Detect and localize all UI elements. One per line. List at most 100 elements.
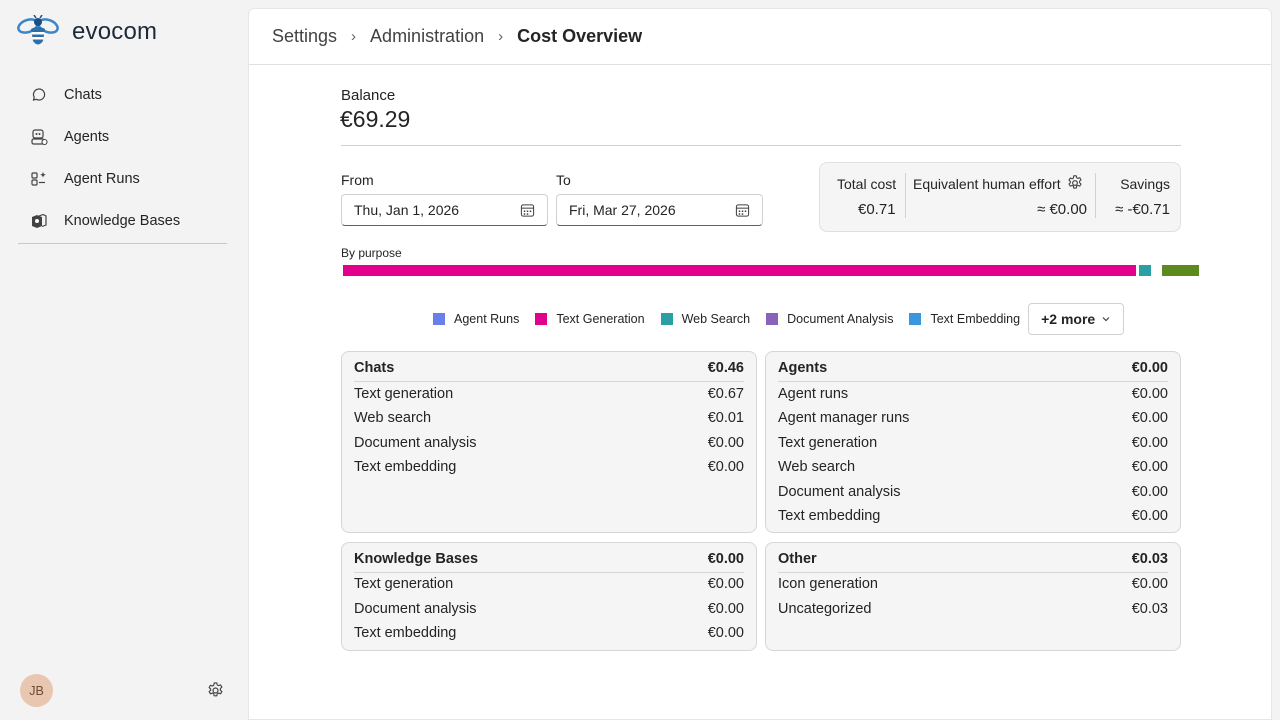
settings-gear-icon[interactable]	[206, 681, 225, 700]
sidebar-nav: Chats Agents Agent Runs Knowledge Bases	[18, 74, 227, 242]
legend-label: Document Analysis	[787, 312, 894, 326]
purpose-chart-label: By purpose	[341, 246, 402, 260]
cost-row-value: €0.00	[1131, 508, 1168, 524]
legend-swatch	[766, 313, 779, 325]
chevron-right-icon: ›	[498, 28, 504, 45]
cost-row: Text generation €0.00	[778, 435, 1168, 455]
to-date-input[interactable]: Fri, Mar 27, 2026	[556, 194, 763, 226]
cost-row-label: Agent manager runs	[778, 410, 910, 426]
sidebar-item-chats[interactable]: Chats	[18, 74, 227, 116]
legend-item-text-embedding[interactable]: Text Embedding	[909, 312, 1020, 326]
cost-row-value: €0.00	[707, 576, 744, 592]
card-title: Chats	[354, 360, 395, 376]
cost-row-label: Text generation	[778, 435, 878, 451]
card-total: €0.03	[1131, 551, 1168, 567]
cost-row: Document analysis €0.00	[354, 435, 744, 455]
from-date-value: Thu, Jan 1, 2026	[354, 202, 460, 218]
legend-label: Text Embedding	[930, 312, 1021, 326]
legend-swatch	[909, 313, 922, 325]
card-header: Other €0.03	[778, 551, 1168, 573]
cost-row: Text embedding €0.00	[354, 459, 744, 479]
total-cost-value: €0.71	[858, 201, 896, 218]
card-total: €0.00	[1131, 360, 1168, 376]
calendar-icon	[735, 204, 750, 217]
legend-swatch	[433, 313, 445, 325]
cost-row: Text embedding €0.00	[354, 625, 744, 645]
cost-row: Web search €0.01	[354, 410, 744, 430]
from-label: From	[341, 172, 374, 188]
cost-row-value: €0.00	[1131, 484, 1168, 500]
sidebar: evocom Chats Agents Agent Runs Knowledge…	[0, 0, 247, 720]
card-knowledge-bases: Knowledge Bases €0.00 Text generation €0.…	[341, 542, 757, 651]
cost-row-value: €0.00	[707, 459, 744, 475]
cost-row-value: €0.00	[707, 435, 744, 451]
balance-label: Balance	[341, 87, 396, 104]
cost-row-label: Text embedding	[354, 459, 457, 475]
card-header: Knowledge Bases €0.00	[354, 551, 744, 573]
gear-icon[interactable]	[1066, 174, 1084, 192]
purpose-bar-web-search[interactable]	[1139, 265, 1151, 276]
chevron-down-icon	[1102, 317, 1110, 322]
to-date-value: Fri, Mar 27, 2026	[569, 202, 676, 218]
legend-label: Text Generation	[556, 312, 645, 326]
balance-value: €69.29	[340, 106, 411, 132]
legend-label: Web Search	[681, 312, 751, 326]
calendar-icon	[520, 204, 535, 217]
cost-row: Agent manager runs €0.00	[778, 410, 1168, 430]
cost-row-value: €0.00	[1131, 386, 1168, 402]
knowledge-base-icon	[30, 212, 48, 230]
cost-row: Text generation €0.67	[354, 386, 744, 406]
chevron-right-icon: ›	[351, 28, 357, 45]
cost-row-label: Text embedding	[778, 508, 881, 524]
card-header: Chats €0.46	[354, 360, 744, 382]
cost-row-label: Document analysis	[354, 601, 477, 617]
main-panel: Settings › Administration › Cost Overvie…	[248, 8, 1272, 720]
total-cost: Total cost €0.71	[820, 163, 904, 233]
breadcrumb-settings[interactable]: Settings	[272, 26, 337, 47]
savings: Savings ≈ -€0.71	[1096, 163, 1182, 233]
human-effort: Equivalent human effort ≈ €0.00	[906, 163, 1096, 233]
sidebar-item-knowledge-bases[interactable]: Knowledge Bases	[18, 200, 227, 242]
legend-item-web-search[interactable]: Web Search	[660, 312, 751, 326]
breadcrumb-administration[interactable]: Administration	[370, 26, 484, 47]
divider	[341, 145, 1181, 146]
avatar[interactable]: JB	[20, 674, 53, 707]
cost-row-label: Agent runs	[778, 386, 849, 402]
sidebar-item-agent-runs[interactable]: Agent Runs	[18, 158, 227, 200]
more-legend-button[interactable]: +2 more	[1028, 303, 1125, 335]
cost-row-label: Document analysis	[778, 484, 901, 500]
cost-row-label: Document analysis	[354, 435, 477, 451]
brand-name: evocom	[72, 18, 158, 45]
brand[interactable]: evocom	[16, 14, 157, 50]
legend-swatch	[660, 313, 673, 325]
sidebar-item-label: Agent Runs	[64, 171, 140, 187]
cost-summary: Total cost €0.71 Equivalent human effort…	[819, 162, 1181, 232]
agent-runs-icon	[30, 170, 48, 188]
card-title: Knowledge Bases	[354, 551, 479, 567]
card-total: €0.00	[707, 551, 744, 567]
legend-item-agent-runs[interactable]: Agent Runs	[433, 312, 519, 326]
chat-icon	[30, 86, 48, 104]
card-chats: Chats €0.46 Text generation €0.67 Web sea…	[341, 351, 757, 533]
card-other: Other €0.03 Icon generation €0.00 Uncateg…	[765, 542, 1181, 651]
legend-item-text-generation[interactable]: Text Generation	[535, 312, 645, 326]
cost-row: Document analysis €0.00	[778, 484, 1168, 504]
cost-row-label: Text embedding	[354, 625, 457, 641]
from-date-input[interactable]: Thu, Jan 1, 2026	[341, 194, 548, 226]
cost-row: Document analysis €0.00	[354, 601, 744, 621]
cost-row: Agent runs €0.00	[778, 386, 1168, 406]
cost-row: Uncategorized €0.03	[778, 601, 1168, 621]
sidebar-item-label: Agents	[64, 129, 110, 145]
purpose-bar-uncategorized[interactable]	[1162, 265, 1199, 276]
cost-row-value: €0.03	[1131, 601, 1168, 617]
cost-row-label: Web search	[354, 410, 432, 426]
purpose-bar-text-generation[interactable]	[343, 265, 1136, 276]
cost-row-value: €0.00	[707, 625, 744, 641]
card-total: €0.46	[707, 360, 744, 376]
sidebar-item-agents[interactable]: Agents	[18, 116, 227, 158]
total-cost-label: Total cost	[837, 176, 897, 192]
legend-item-document-analysis[interactable]: Document Analysis	[766, 312, 893, 326]
cost-row: Text embedding €0.00	[778, 508, 1168, 528]
cost-row-label: Web search	[778, 459, 856, 475]
breadcrumb: Settings › Administration › Cost Overvie…	[249, 9, 1271, 65]
